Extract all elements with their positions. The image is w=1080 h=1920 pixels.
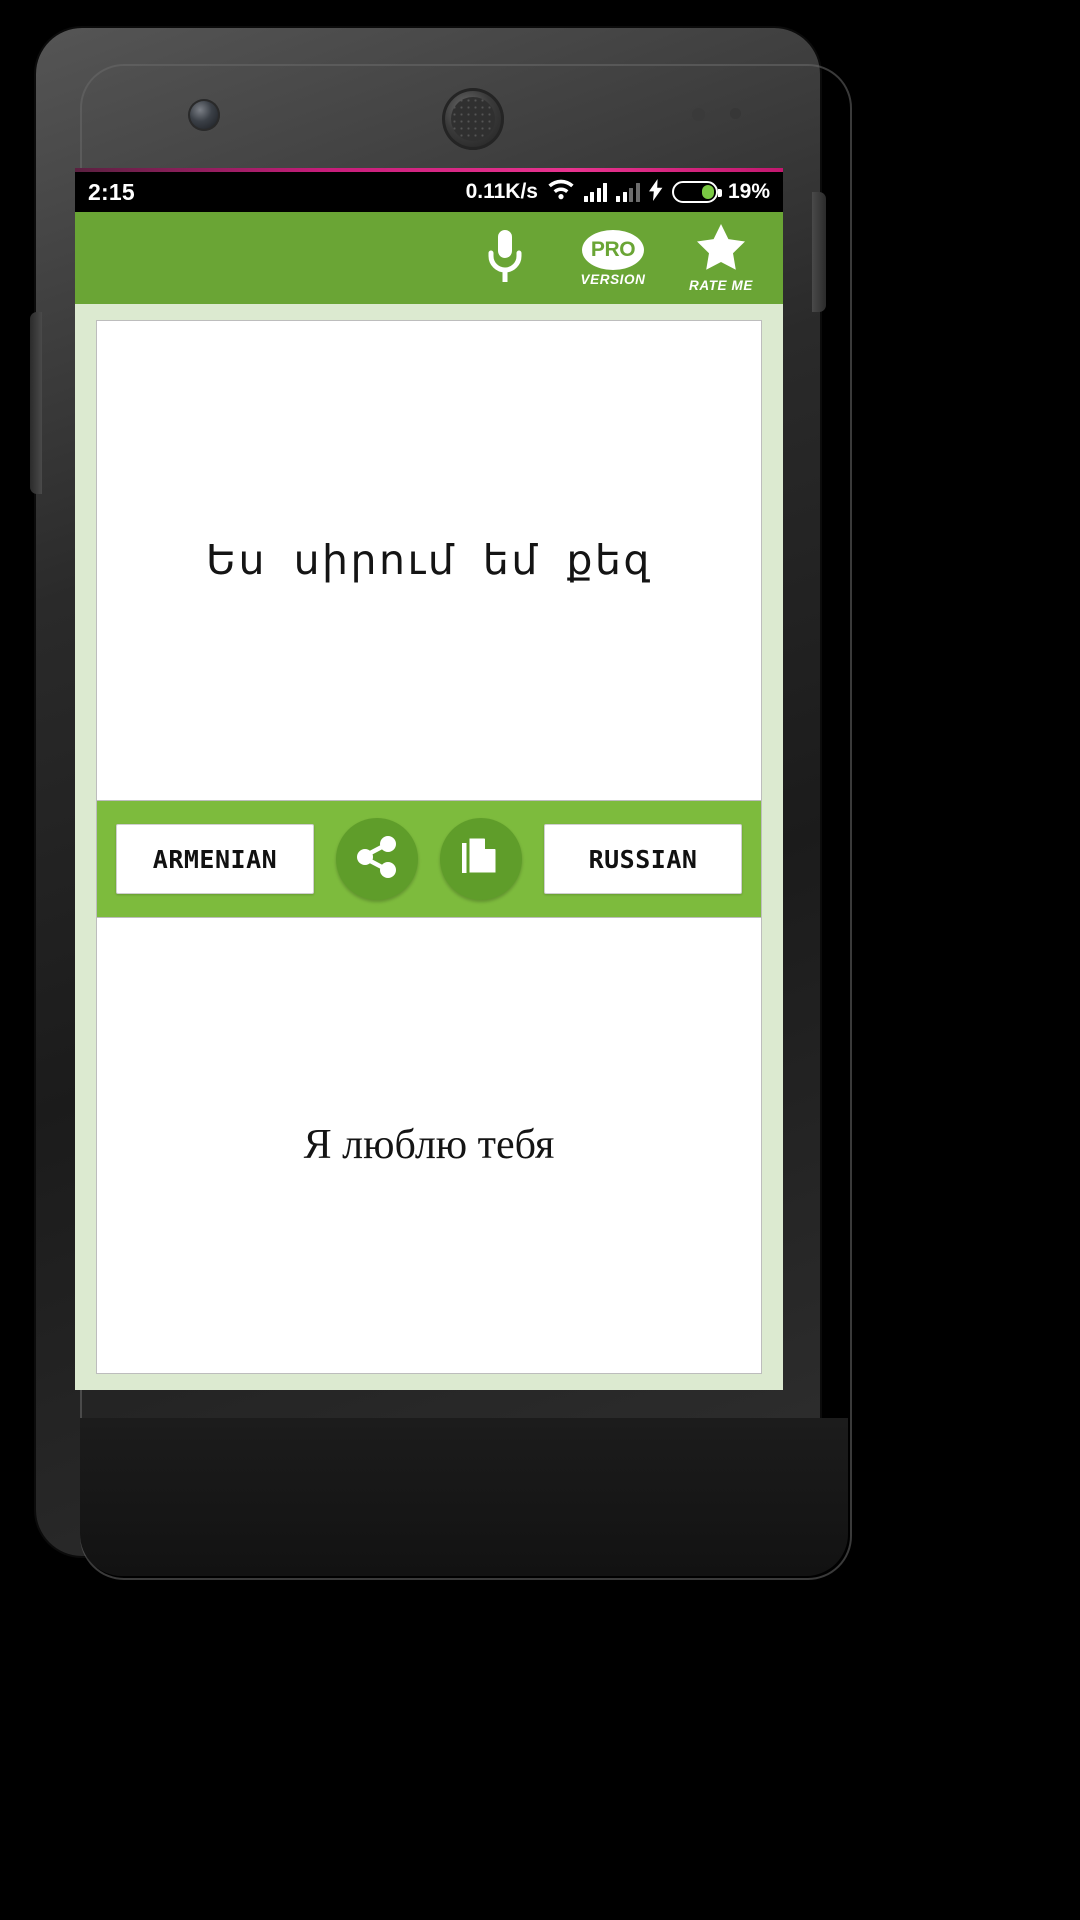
- source-text-panel[interactable]: Ես սիրում եմ քեզ: [96, 320, 762, 800]
- status-bar-indicators: 0.11K/s 19%: [465, 178, 770, 206]
- target-text-panel[interactable]: Я люблю тебя: [96, 918, 762, 1374]
- target-text: Я люблю тебя: [303, 1122, 555, 1169]
- share-icon: [354, 834, 400, 885]
- rate-me-button[interactable]: RATE ME: [667, 212, 775, 304]
- light-sensor: [730, 108, 741, 119]
- pro-badge-icon: PRO: [582, 229, 644, 270]
- translator-body: Ես սիրում եմ քեզ ARMENIAN RUSSIAN Я любл…: [75, 304, 783, 1390]
- target-language-label: RUSSIAN: [588, 844, 698, 874]
- front-camera: [188, 99, 220, 131]
- microphone-icon: [483, 228, 527, 289]
- wifi-icon: [547, 179, 575, 205]
- signal-icon: [583, 182, 608, 202]
- pro-version-label: VERSION: [580, 271, 646, 287]
- battery-percent-text: 19%: [727, 180, 770, 203]
- network-speed-text: 0.11K/s: [465, 180, 538, 203]
- phone-bottom-bezel: [80, 1418, 848, 1576]
- source-text: Ես սիրում եմ քեզ: [206, 535, 652, 584]
- screenshot-stage: 2:15 0.11K/s 19% PRO VERSION RATE ME Ես …: [0, 0, 1080, 1920]
- proximity-sensor: [692, 108, 705, 121]
- target-language-button[interactable]: RUSSIAN: [544, 824, 742, 894]
- star-icon: [696, 223, 746, 276]
- rate-me-label: RATE ME: [689, 278, 753, 293]
- earpiece-mesh: [451, 97, 495, 141]
- app-bar: PRO VERSION RATE ME: [75, 212, 783, 304]
- earpiece-speaker: [442, 88, 504, 150]
- signal-icon: [616, 182, 640, 202]
- copy-icon: [459, 834, 503, 885]
- pro-version-button[interactable]: PRO VERSION: [559, 212, 667, 304]
- volume-button[interactable]: [30, 312, 42, 494]
- status-bar-clock: 2:15: [88, 178, 135, 205]
- pro-badge-text: PRO: [590, 237, 636, 261]
- copy-button[interactable]: [440, 818, 522, 900]
- power-button[interactable]: [812, 192, 826, 312]
- status-bar: 2:15 0.11K/s 19%: [75, 172, 783, 212]
- phone-screen: 2:15 0.11K/s 19% PRO VERSION RATE ME Ես …: [75, 172, 783, 1390]
- source-language-label: ARMENIAN: [152, 844, 278, 874]
- charging-bolt-icon: [648, 178, 663, 206]
- battery-icon: [671, 181, 722, 203]
- voice-input-button[interactable]: [451, 212, 559, 304]
- source-language-button[interactable]: ARMENIAN: [116, 824, 314, 894]
- share-button[interactable]: [336, 818, 418, 900]
- battery-level-fill: [701, 185, 714, 199]
- action-bar: ARMENIAN RUSSIAN: [96, 800, 762, 918]
